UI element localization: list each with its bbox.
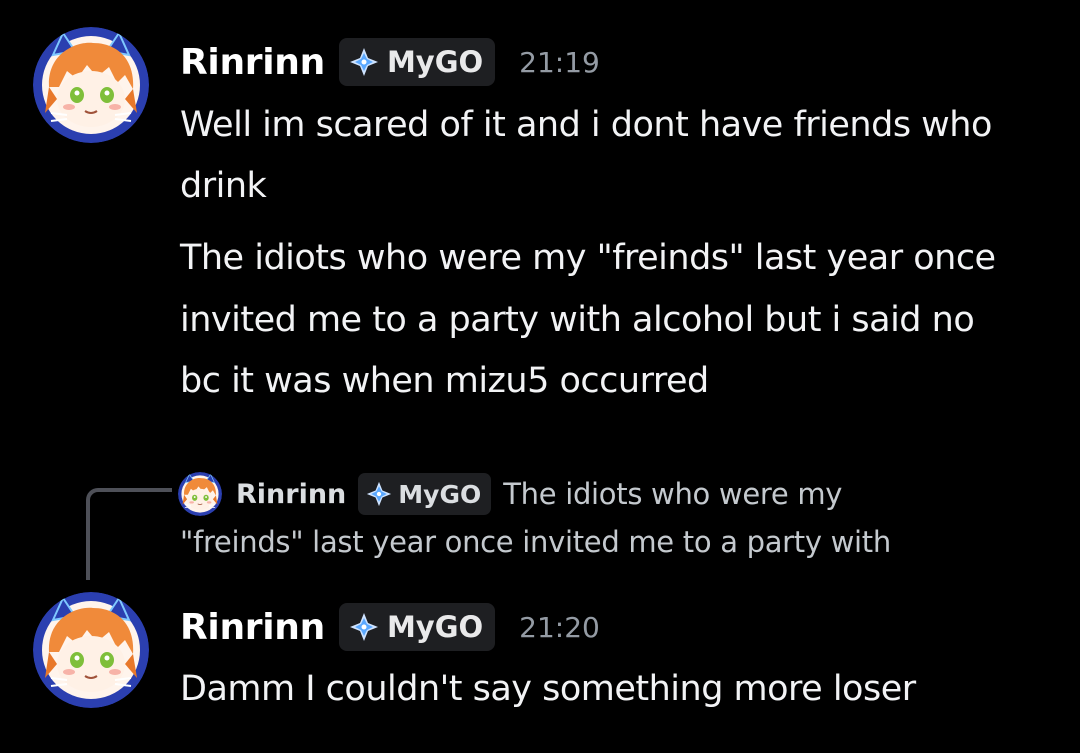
server-tag-label: MyGO (386, 610, 484, 644)
cat-girl-avatar-icon (33, 592, 149, 708)
reply-text[interactable]: The idiots who were my (503, 477, 842, 511)
reply-preview[interactable]: Rinrinn MyGO The idiots who were my (178, 472, 842, 516)
message-header: Rinrinn MyGO 21:20 (180, 597, 600, 657)
message-line: The idiots who were my "freinds" last ye… (180, 238, 996, 278)
reply-avatar[interactable] (178, 472, 222, 516)
avatar[interactable] (33, 27, 149, 143)
sparkle-diamond-icon (366, 481, 392, 507)
server-tag[interactable]: MyGO (338, 603, 496, 651)
message-line: invited me to a party with alcohol but i… (180, 300, 975, 340)
message-header: Rinrinn MyGO 21:19 (180, 32, 600, 92)
sparkle-diamond-icon (349, 612, 379, 642)
reply-spine (86, 488, 172, 580)
timestamp[interactable]: 21:19 (519, 46, 600, 79)
server-tag[interactable]: MyGO (338, 38, 496, 86)
message-line: drink (180, 166, 267, 206)
message-line: Damm I couldn't say something more loser (180, 669, 916, 709)
message-line: Well im scared of it and i dont have fri… (180, 105, 992, 145)
server-tag-label: MyGO (386, 45, 484, 79)
avatar[interactable] (33, 592, 149, 708)
reply-text-continued[interactable]: "freinds" last year once invited me to a… (180, 525, 891, 559)
username[interactable]: Rinrinn (180, 607, 325, 648)
reply-username[interactable]: Rinrinn (236, 479, 346, 510)
sparkle-diamond-icon (349, 47, 379, 77)
message-line: bc it was when mizu5 occurred (180, 361, 709, 401)
cat-girl-avatar-icon (33, 27, 149, 143)
reply-server-tag[interactable]: MyGO (358, 473, 492, 515)
cat-girl-avatar-icon (178, 472, 222, 516)
reply-server-tag-label: MyGO (398, 479, 482, 509)
username[interactable]: Rinrinn (180, 42, 325, 83)
timestamp[interactable]: 21:20 (519, 611, 600, 644)
